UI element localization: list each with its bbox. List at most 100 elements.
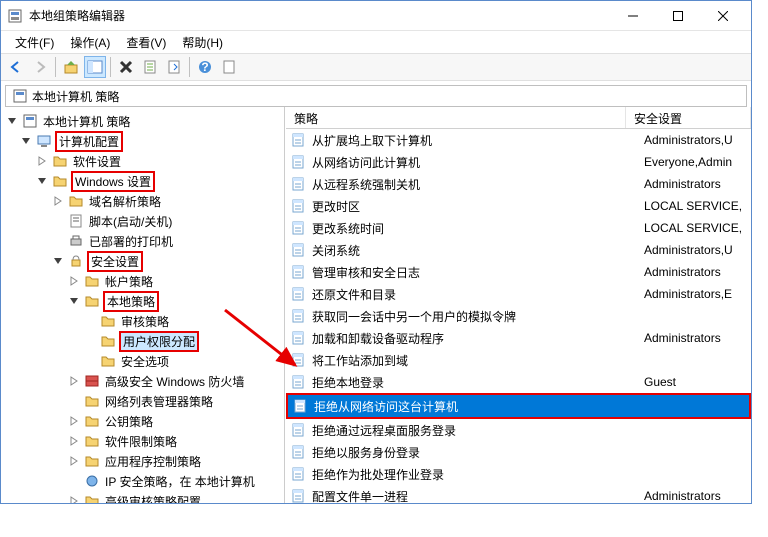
tree-software-restrict[interactable]: 软件限制策略	[3, 431, 282, 451]
col-policy[interactable]: 策略	[286, 107, 626, 128]
tree-appcontrol[interactable]: 应用程序控制策略	[3, 451, 282, 471]
col-security[interactable]: 安全设置	[626, 107, 751, 128]
tree-dns-policy[interactable]: 域名解析策略	[3, 191, 282, 211]
list-row[interactable]: 从扩展坞上取下计算机Administrators,U	[286, 129, 751, 151]
tree-security-settings[interactable]: 安全设置	[3, 251, 282, 271]
expand-icon[interactable]	[67, 416, 81, 426]
list-row[interactable]: 还原文件和目录Administrators,E	[286, 283, 751, 305]
list-row[interactable]: 拒绝通过远程桌面服务登录	[286, 419, 751, 441]
list-row[interactable]: 配置文件单一进程Administrators	[286, 485, 751, 503]
tree-label: 软件限制策略	[103, 432, 179, 451]
forward-button[interactable]	[29, 56, 51, 78]
refresh-button[interactable]	[218, 56, 240, 78]
list-row[interactable]: 将工作站添加到域	[286, 349, 751, 371]
tree-user-rights[interactable]: 用户权限分配	[3, 331, 282, 351]
tree-label: 高级安全 Windows 防火墙	[103, 372, 246, 391]
tree-software-settings[interactable]: 软件设置	[3, 151, 282, 171]
tree-label: 已部署的打印机	[87, 232, 175, 251]
maximize-button[interactable]	[655, 1, 700, 30]
export-button[interactable]	[163, 56, 185, 78]
close-button[interactable]	[700, 1, 745, 30]
policy-item-icon	[290, 352, 306, 368]
folder-icon	[84, 433, 100, 449]
list-row[interactable]: 拒绝从网络访问这台计算机	[288, 395, 749, 417]
tree-scripts[interactable]: 脚本(启动/关机)	[3, 211, 282, 231]
policy-item-icon	[290, 176, 306, 192]
tree-label: 公钥策略	[103, 412, 155, 431]
policy-name: 拒绝从网络访问这台计算机	[314, 398, 646, 415]
expand-icon[interactable]	[67, 496, 81, 503]
policy-item-icon	[290, 242, 306, 258]
policy-item-icon	[290, 444, 306, 460]
policy-name: 拒绝通过远程桌面服务登录	[312, 422, 644, 439]
expand-icon[interactable]	[67, 296, 81, 306]
expand-icon[interactable]	[19, 136, 33, 146]
menu-action[interactable]: 操作(A)	[62, 32, 118, 53]
expand-icon[interactable]	[5, 116, 19, 126]
up-button[interactable]	[60, 56, 82, 78]
tree-label: 网络列表管理器策略	[103, 392, 215, 411]
expand-icon[interactable]	[67, 276, 81, 286]
printer-icon	[68, 233, 84, 249]
minimize-button[interactable]	[610, 1, 655, 30]
tree-root[interactable]: 本地计算机 策略	[3, 111, 282, 131]
tree-printers[interactable]: 已部署的打印机	[3, 231, 282, 251]
expand-icon[interactable]	[67, 456, 81, 466]
list-row[interactable]: 拒绝以服务身份登录	[286, 441, 751, 463]
list-body[interactable]: 从扩展坞上取下计算机Administrators,U从网络访问此计算机Every…	[286, 129, 751, 503]
expand-icon[interactable]	[51, 196, 65, 206]
list-row[interactable]: 管理审核和安全日志Administrators	[286, 261, 751, 283]
policy-name: 加载和卸载设备驱动程序	[312, 330, 644, 347]
expand-icon[interactable]	[67, 376, 81, 386]
list-row[interactable]: 拒绝作为批处理作业登录	[286, 463, 751, 485]
menu-help[interactable]: 帮助(H)	[174, 32, 231, 53]
folder-icon	[84, 493, 100, 503]
menu-file[interactable]: 文件(F)	[7, 32, 62, 53]
list-row[interactable]: 更改时区LOCAL SERVICE,	[286, 195, 751, 217]
list-row[interactable]: 获取同一会话中另一个用户的模拟令牌	[286, 305, 751, 327]
list-row[interactable]: 从网络访问此计算机Everyone,Admin	[286, 151, 751, 173]
tree-label: 域名解析策略	[87, 192, 163, 211]
tree-audit-policy[interactable]: 审核策略	[3, 311, 282, 331]
tree-computer-config[interactable]: 计算机配置	[3, 131, 282, 151]
tree-adv-audit[interactable]: 高级审核策略配置	[3, 491, 282, 503]
titlebar[interactable]: 本地组策略编辑器	[1, 1, 751, 31]
expand-icon[interactable]	[67, 436, 81, 446]
expand-icon[interactable]	[51, 256, 65, 266]
tree-account-policy[interactable]: 帐户策略	[3, 271, 282, 291]
svg-text:?: ?	[201, 60, 208, 74]
tree-ipsec[interactable]: IP 安全策略，在 本地计算机	[3, 471, 282, 491]
policy-item-icon	[290, 264, 306, 280]
tree-windows-settings[interactable]: Windows 设置	[3, 171, 282, 191]
list-row[interactable]: 更改系统时间LOCAL SERVICE,	[286, 217, 751, 239]
expand-icon[interactable]	[35, 176, 49, 186]
policy-security: Guest	[644, 375, 751, 389]
expand-icon[interactable]	[35, 156, 49, 166]
tree-security-options[interactable]: 安全选项	[3, 351, 282, 371]
address-text: 本地计算机 策略	[32, 88, 119, 105]
properties-button[interactable]	[139, 56, 161, 78]
list-row[interactable]: 加载和卸载设备驱动程序Administrators	[286, 327, 751, 349]
window-controls	[610, 1, 745, 30]
tree-pubkey[interactable]: 公钥策略	[3, 411, 282, 431]
policy-security: Administrators	[644, 265, 751, 279]
folder-icon	[52, 153, 68, 169]
tree-local-policy[interactable]: 本地策略	[3, 291, 282, 311]
menu-view[interactable]: 查看(V)	[118, 32, 174, 53]
firewall-icon	[84, 373, 100, 389]
list-row[interactable]: 拒绝本地登录Guest	[286, 371, 751, 393]
back-button[interactable]	[5, 56, 27, 78]
toolbar-separator	[110, 57, 111, 77]
tree-label: 计算机配置	[55, 131, 123, 152]
list-row[interactable]: 关闭系统Administrators,U	[286, 239, 751, 261]
app-icon	[7, 8, 23, 24]
list-row[interactable]: 从远程系统强制关机Administrators	[286, 173, 751, 195]
tree-network-list[interactable]: 网络列表管理器策略	[3, 391, 282, 411]
tree-label: 应用程序控制策略	[103, 452, 203, 471]
show-tree-button[interactable]	[84, 56, 106, 78]
tree-firewall[interactable]: 高级安全 Windows 防火墙	[3, 371, 282, 391]
delete-button[interactable]	[115, 56, 137, 78]
tree-pane[interactable]: 本地计算机 策略 计算机配置 软件设置 Windows 设置	[1, 107, 285, 503]
help-button[interactable]: ?	[194, 56, 216, 78]
policy-name: 获取同一会话中另一个用户的模拟令牌	[312, 308, 644, 325]
